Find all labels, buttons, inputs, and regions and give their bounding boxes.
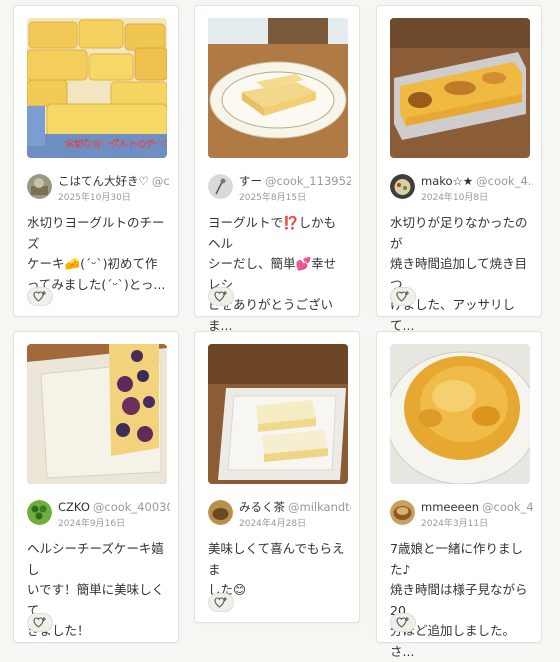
post-date: 2025年8月15日	[239, 193, 307, 203]
avatar	[390, 500, 415, 525]
user-id: @cook_4...	[482, 500, 533, 514]
post-date: 2025年10月30日	[58, 193, 131, 203]
dish-photo-image	[208, 344, 348, 484]
snap-card[interactable]: mmeeeen@cook_4... 2024年3月11日 7歳娘と一緒に作りまし…	[376, 331, 542, 659]
author[interactable]: すー@cook_113952... 2025年8月15日	[208, 171, 351, 205]
dish-photo-image	[208, 18, 348, 158]
dish-photo-image: 水切りヨーグルトのチーズ	[27, 18, 167, 158]
photo-caption: 水切りヨーグルトのチーズ	[65, 138, 167, 150]
heart-plus-icon	[396, 291, 409, 302]
dish-photo-image	[27, 344, 167, 484]
reaction-button[interactable]	[390, 287, 416, 306]
user-id: @cook_113952...	[265, 174, 351, 188]
user-name: mmeeeen	[421, 500, 479, 514]
comment-text: 美味しくて喜んでもらえま した😊	[208, 541, 345, 597]
reaction-button[interactable]	[27, 287, 53, 306]
user-id: @cook_4...	[476, 174, 533, 188]
dish-photo[interactable]	[208, 18, 348, 158]
snap-card[interactable]: 水切りヨーグルトのチーズ こはてん大好き♡@c... 2025年10月30日 水…	[13, 5, 179, 317]
dish-photo[interactable]	[208, 344, 348, 484]
post-date: 2024年9月16日	[58, 519, 126, 529]
avatar	[390, 174, 415, 199]
dish-photo[interactable]: 水切りヨーグルトのチーズ	[27, 18, 167, 158]
dish-photo-image	[390, 18, 530, 158]
user-id: @cook_40030...	[92, 500, 170, 514]
reaction-button[interactable]	[208, 593, 234, 612]
dish-photo[interactable]	[390, 18, 530, 158]
reaction-button[interactable]	[208, 287, 234, 306]
user-name: こはてん大好き♡	[58, 174, 149, 188]
avatar	[27, 174, 52, 199]
user-id: @milkandtea	[288, 500, 351, 514]
snap-card[interactable]: mako☆★ @cook_4... 2024年10月8日 水切りが足りなかったのが…	[376, 5, 542, 333]
heart-plus-icon	[33, 617, 46, 628]
avatar	[208, 174, 233, 199]
author[interactable]: mako☆★ @cook_4... 2024年10月8日	[390, 171, 533, 205]
user-name: mako☆★	[421, 174, 474, 188]
user-name: みるく茶	[239, 500, 285, 514]
dish-photo-image	[390, 344, 530, 484]
avatar	[208, 500, 233, 525]
comment-text: ヨーグルトで⁉️しかもヘル シーだし、簡単💕幸せレシ ピをありがとうございま..…	[208, 215, 337, 333]
heart-plus-icon	[33, 291, 46, 302]
post-date: 2024年10月8日	[421, 193, 489, 203]
snap-card[interactable]: みるく茶@milkandtea 2024年4月28日 美味しくて喜んでもらえま …	[194, 331, 360, 623]
reaction-button[interactable]	[390, 613, 416, 632]
reaction-button[interactable]	[27, 613, 53, 632]
user-id: @c...	[151, 174, 170, 188]
dish-photo[interactable]	[390, 344, 530, 484]
avatar	[27, 500, 52, 525]
author[interactable]: CZKO@cook_40030... 2024年9月16日	[27, 497, 170, 531]
post-date: 2024年3月11日	[421, 519, 489, 529]
author[interactable]: こはてん大好き♡@c... 2025年10月30日	[27, 171, 170, 205]
snap-card[interactable]: CZKO@cook_40030... 2024年9月16日 ヘルシーチーズケーキ…	[13, 331, 179, 643]
comment-text: 水切りヨーグルトのチーズ ケーキ🧀(ˊᵕˋ)初めて作 ってみました(ˊᵕˋ)とっ…	[27, 215, 166, 292]
post-date: 2024年4月28日	[239, 519, 307, 529]
heart-plus-icon	[396, 617, 409, 628]
heart-plus-icon	[214, 291, 227, 302]
user-name: CZKO	[58, 500, 90, 514]
snap-card[interactable]: すー@cook_113952... 2025年8月15日 ヨーグルトで⁉️しかも…	[194, 5, 360, 333]
author[interactable]: mmeeeen@cook_4... 2024年3月11日	[390, 497, 533, 531]
author[interactable]: みるく茶@milkandtea 2024年4月28日	[208, 497, 351, 531]
comment-text: 7歳娘と一緒に作りました♪ 焼き時間は様子見ながら20 分ほど追加しました。さ.…	[390, 541, 528, 659]
dish-photo[interactable]	[27, 344, 167, 484]
user-name: すー	[239, 174, 262, 188]
heart-plus-icon	[214, 597, 227, 608]
comment-text: 水切りが足りなかったのが 焼き時間追加して焼き目つ けました、アッサリして...	[390, 215, 528, 333]
